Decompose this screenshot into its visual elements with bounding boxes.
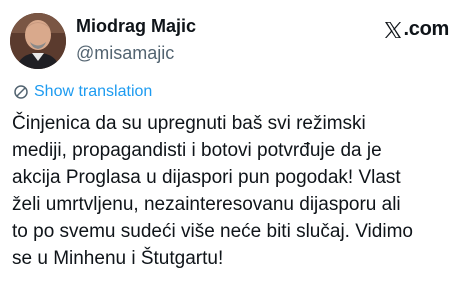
post-text-line: se u Minhenu i Štutgartu! (12, 248, 224, 269)
post-text-line: želi umrtvljenu, nezainteresovanu dijasp… (12, 194, 401, 215)
avatar-photo-icon (10, 13, 66, 69)
show-translation-link[interactable]: Show translation (13, 83, 152, 101)
post-text-line: akcija Proglasa u dijaspori pun pogodak!… (12, 167, 401, 188)
post-text-line: Činjenica da su upregnuti baš svi režims… (12, 113, 366, 134)
author-handle[interactable]: @misamajic (76, 43, 174, 64)
avatar[interactable] (10, 13, 66, 69)
brand-domain-text: .com (403, 18, 450, 40)
author-name[interactable]: Miodrag Majic (76, 16, 196, 37)
post-text: Činjenica da su upregnuti baš svi režims… (12, 110, 464, 272)
post-text-line: mediji, propagandisti i botovi potvrđuje… (12, 140, 382, 161)
show-translation-label: Show translation (34, 83, 153, 100)
post-card: Miodrag Majic @misamajic .com Show trans… (0, 0, 468, 289)
post-text-line: to po svemu sudeći više neće biti slučaj… (12, 221, 413, 242)
x-com-brand[interactable]: .com (383, 18, 449, 41)
x-logo-icon (383, 20, 403, 40)
translate-icon (13, 84, 29, 100)
